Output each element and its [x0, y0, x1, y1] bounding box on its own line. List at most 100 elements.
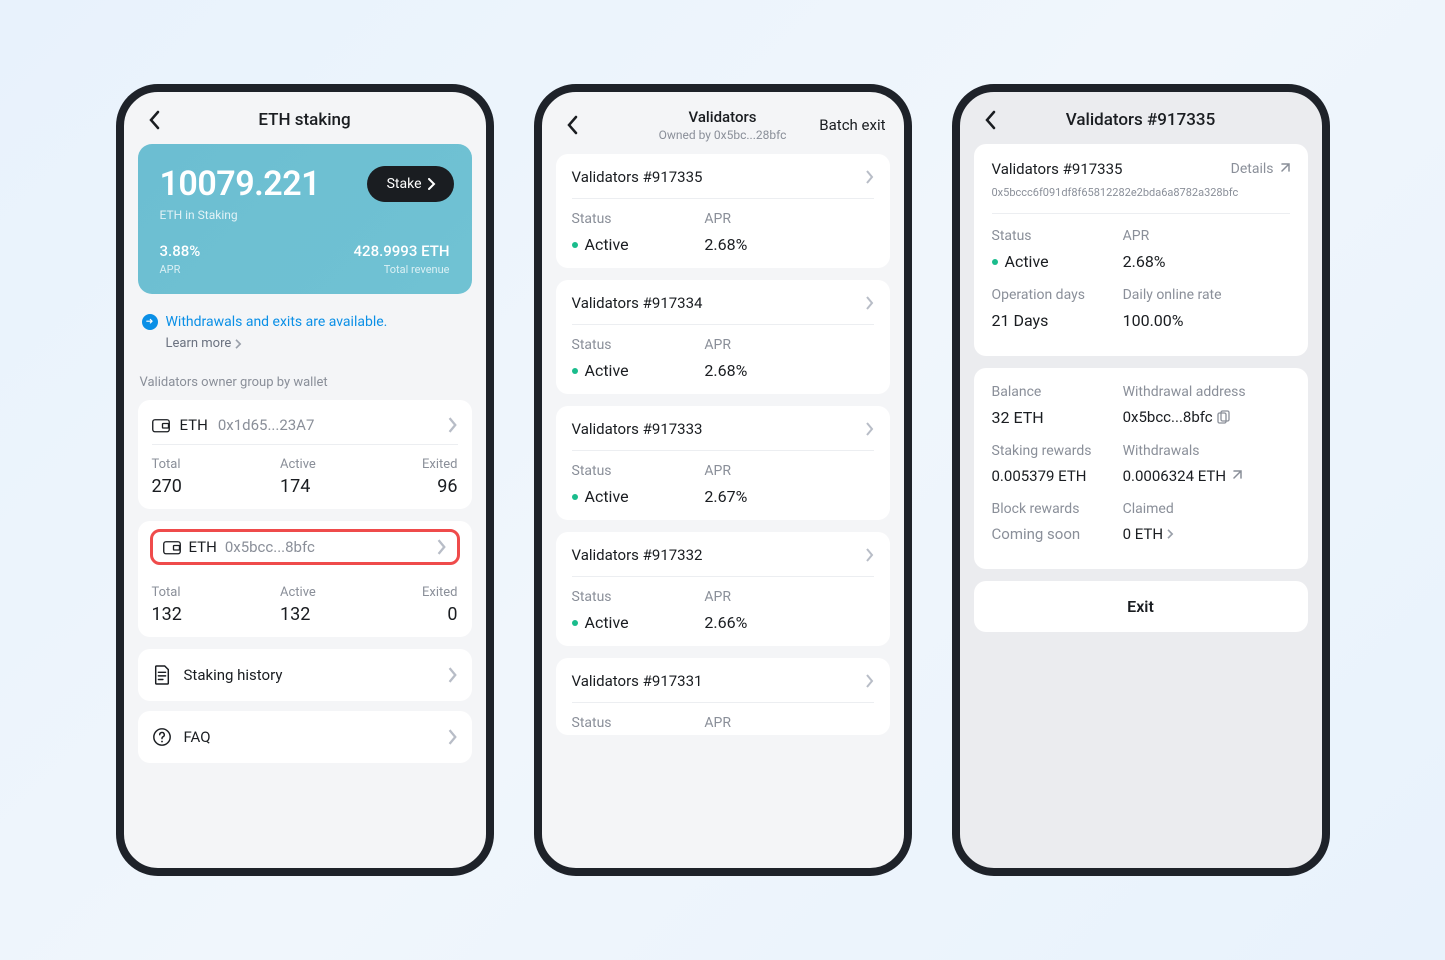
back-button[interactable]: [140, 106, 168, 134]
block-rewards-value: Coming soon: [992, 525, 1123, 543]
apr-label: APR: [704, 715, 837, 731]
document-icon: [152, 665, 172, 685]
learn-more-link[interactable]: Learn more: [166, 336, 468, 351]
page-title: ETH staking: [140, 110, 470, 130]
status-label: Status: [572, 589, 705, 605]
validator-balance-card: Balance 32 ETH Withdrawal address 0x5bcc…: [974, 368, 1308, 569]
validator-row[interactable]: Validators #917334: [572, 294, 874, 325]
back-icon: [984, 110, 996, 130]
chevron-right-icon: [448, 417, 458, 433]
active-value: 132: [280, 604, 396, 625]
exited-label: Exited: [396, 585, 457, 600]
chevron-right-icon: [448, 667, 458, 683]
apr-label: APR: [160, 263, 201, 276]
operation-days-value: 21 Days: [992, 311, 1123, 330]
apr-value: 2.66%: [704, 613, 837, 632]
balance-value: 32 ETH: [992, 408, 1123, 427]
validator-card: Validators #917335 Status Active APR 2.6…: [556, 154, 890, 268]
validator-hash: 0x5bccc6f091df8f65812282e2bda6a8782a328b…: [992, 186, 1290, 214]
total-label: Total: [152, 457, 281, 472]
staking-amount-label: ETH in Staking: [160, 208, 450, 222]
chevron-right-icon: [437, 539, 447, 555]
staking-summary-card: 10079.221 ETH in Staking Stake 3.88% APR…: [138, 144, 472, 294]
total-label: Total: [152, 585, 281, 600]
active-value: 174: [280, 476, 396, 497]
staking-history-link[interactable]: Staking history: [138, 649, 472, 701]
withdrawals-value: 0.0006324 ETH: [1123, 467, 1226, 485]
apr-value: 2.68%: [704, 235, 837, 254]
chevron-right-icon: [428, 178, 436, 190]
withdrawals-link[interactable]: 0.0006324 ETH: [1123, 467, 1290, 485]
claimed-label: Claimed: [1123, 501, 1290, 517]
back-button[interactable]: [976, 106, 1004, 134]
online-rate-value: 100.00%: [1123, 311, 1290, 330]
header: Validators Owned by 0x5bc...28bfc Batch …: [542, 92, 904, 154]
notice-text: Withdrawals and exits are available.: [166, 314, 388, 330]
details-label: Details: [1231, 161, 1274, 177]
wallet-row[interactable]: ETH 0x1d65...23A7: [152, 412, 458, 445]
revenue-label: Total revenue: [354, 263, 450, 276]
staking-history-label: Staking history: [184, 666, 436, 684]
claimed-value: 0 ETH: [1123, 525, 1163, 543]
external-link-icon: [1278, 163, 1290, 175]
chevron-right-icon: [866, 296, 874, 310]
header: ETH staking: [124, 92, 486, 144]
faq-link[interactable]: FAQ: [138, 711, 472, 763]
wallet-group-card-highlighted: ETH 0x5bcc...8bfc Total 132 Active 132 E…: [138, 521, 472, 637]
apr-label: APR: [704, 211, 837, 227]
apr-value: 2.67%: [704, 487, 837, 506]
status-value: Active: [572, 613, 705, 632]
exited-value: 96: [396, 476, 457, 497]
question-icon: [152, 727, 172, 747]
validator-card: Validators #917332 Status Active APR 2.6…: [556, 532, 890, 646]
validator-row[interactable]: Validators #917335: [572, 168, 874, 199]
operation-days-label: Operation days: [992, 287, 1123, 303]
validator-card: Validators #917331 Status Active APR: [556, 658, 890, 735]
header: Validators #917335: [960, 92, 1322, 144]
active-label: Active: [280, 457, 396, 472]
block-rewards-label: Block rewards: [992, 501, 1123, 517]
validator-id: Validators #917335: [572, 168, 703, 186]
faq-label: FAQ: [184, 728, 436, 746]
apr-value: 2.68%: [704, 361, 837, 380]
validator-row[interactable]: Validators #917332: [572, 546, 874, 577]
details-link[interactable]: Details: [1231, 161, 1290, 177]
chevron-right-icon: [866, 422, 874, 436]
status-label: Status: [572, 337, 705, 353]
section-label: Validators owner group by wallet: [140, 375, 470, 390]
wallet-icon: [152, 417, 170, 433]
back-button[interactable]: [558, 111, 586, 139]
status-value: Active: [572, 487, 705, 506]
validator-id: Validators #917334: [572, 294, 703, 312]
exit-button[interactable]: Exit: [974, 581, 1308, 632]
wallet-row-highlighted[interactable]: ETH 0x5bcc...8bfc: [150, 529, 460, 565]
apr-value: 2.68%: [1123, 252, 1290, 271]
staking-rewards-label: Staking rewards: [992, 443, 1123, 459]
validator-id: Validators #917331: [572, 672, 703, 690]
balance-label: Balance: [992, 384, 1123, 400]
status-label: Status: [992, 228, 1123, 244]
wallet-name: ETH: [180, 416, 208, 434]
online-rate-label: Daily online rate: [1123, 287, 1290, 303]
wallet-address: 0x1d65...23A7: [218, 416, 315, 434]
status-label: Status: [572, 463, 705, 479]
exited-label: Exited: [396, 457, 457, 472]
copy-icon[interactable]: [1217, 410, 1231, 424]
validator-row[interactable]: Validators #917331: [572, 672, 874, 703]
withdrawals-label: Withdrawals: [1123, 443, 1290, 459]
validator-card: Validators #917334 Status Active APR 2.6…: [556, 280, 890, 394]
phone-validators-list: Validators Owned by 0x5bc...28bfc Batch …: [534, 84, 912, 876]
validator-row[interactable]: Validators #917333: [572, 420, 874, 451]
status-value: Active: [572, 235, 705, 254]
batch-exit-button[interactable]: Batch exit: [819, 116, 885, 134]
claimed-link[interactable]: 0 ETH: [1123, 525, 1290, 543]
chevron-right-icon: [1167, 529, 1174, 539]
chevron-right-icon: [866, 170, 874, 184]
stake-button[interactable]: Stake: [367, 166, 454, 202]
apr-label: APR: [704, 589, 837, 605]
external-link-icon: [1230, 470, 1242, 482]
back-icon: [566, 115, 578, 135]
info-icon: [142, 314, 158, 330]
status-value: Active: [572, 361, 705, 380]
apr-value: 3.88%: [160, 242, 201, 260]
